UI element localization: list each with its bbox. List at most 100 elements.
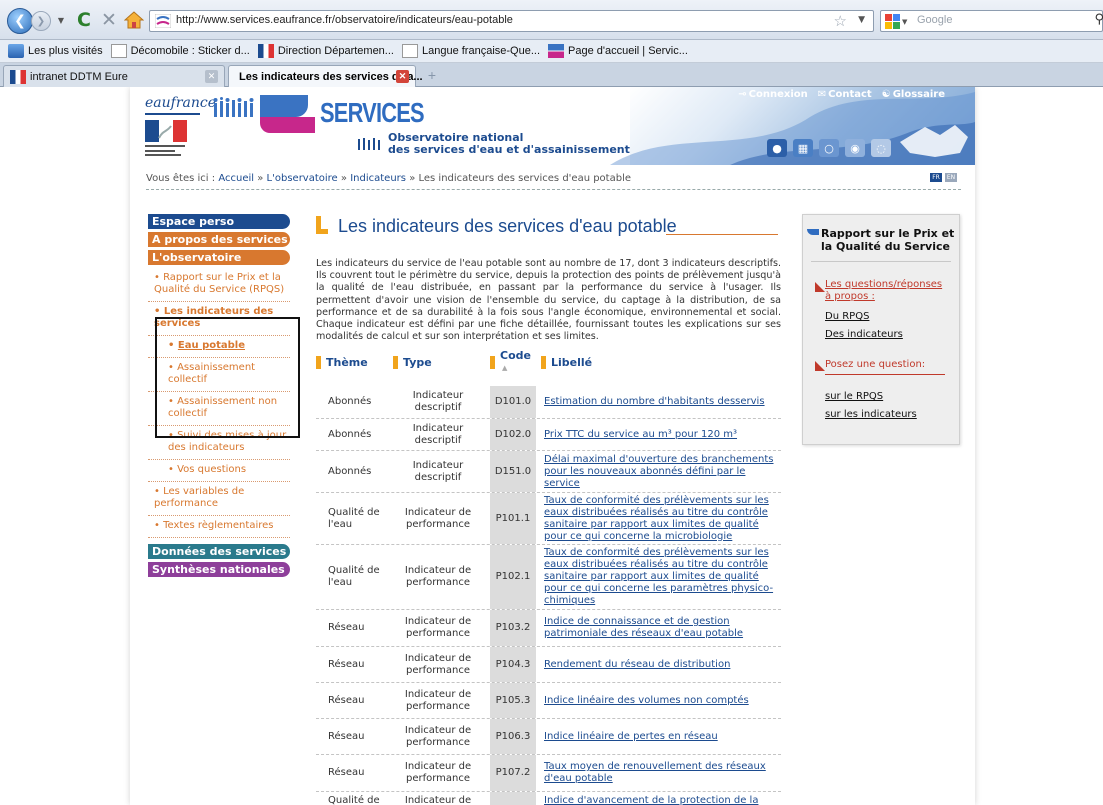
blue-page-icon [8, 44, 24, 58]
nav-observatoire[interactable]: L'observatoire [148, 250, 290, 265]
history-dropdown[interactable]: ▼ [56, 12, 66, 28]
pictogram-3-icon: ○ [819, 139, 839, 157]
tab-intranet[interactable]: intranet DDTM Eure ✕ [3, 65, 225, 87]
navigation-toolbar: ❮ ❯ ▼ C ✕ http://www.services.eaufrance.… [0, 0, 1103, 40]
cell-libelle-link[interactable]: Indice linéaire des volumes non comptés [544, 683, 777, 718]
cell-libelle-link[interactable]: Indice linéaire de pertes en réseau [544, 719, 777, 754]
marianne-flag-icon [10, 69, 26, 84]
nav-apropos[interactable]: A propos des services [148, 232, 290, 247]
column-header-type[interactable]: Type [393, 354, 483, 382]
search-input[interactable]: Google [917, 14, 952, 26]
faq-rpqs-link[interactable]: Du RPQS [825, 311, 869, 322]
cell-theme: Abonnés [328, 428, 372, 440]
chevron-down-icon: ▼ [902, 17, 908, 26]
breadcrumb-indicateurs[interactable]: Indicateurs [350, 173, 406, 184]
search-engine-selector[interactable]: ▼ [885, 14, 911, 29]
cell-libelle-link[interactable]: Indice d'avancement de la protection de … [544, 792, 777, 805]
ask-rpqs-link[interactable]: sur le RPQS [825, 391, 883, 402]
page-viewport: eaufrance SERVICES Observatoire national… [0, 87, 1103, 805]
reload-button[interactable]: C [73, 9, 95, 31]
sort-ascending-icon[interactable]: ▲ [502, 364, 507, 372]
cell-libelle-link[interactable]: Prix TTC du service au m³ pour 120 m³ [544, 419, 777, 450]
cell-libelle-link[interactable]: Indice de connaissance et de gestion pat… [544, 610, 777, 646]
glossaire-link[interactable]: ☯ Glossaire [882, 89, 945, 100]
url-text[interactable]: http://www.services.eaufrance.fr/observa… [176, 14, 513, 26]
bookmark-decomobile[interactable]: Décomobile : Sticker d... [110, 44, 250, 58]
close-icon: ✕ [101, 9, 117, 31]
search-icon[interactable]: ⚲ [1094, 12, 1103, 27]
pictogram-5-icon: ◌ [871, 139, 891, 157]
nav-questions[interactable]: • Vos questions [148, 460, 290, 482]
header-top-links: ⊸ Connexion ✉ Contact ☯ Glossaire [738, 89, 945, 100]
tab-indicateurs[interactable]: Les indicateurs des services d'ea... ✕ [228, 65, 423, 87]
questions-marker-icon [815, 282, 825, 292]
eaufrance-favicon-icon [155, 14, 171, 28]
connexion-link[interactable]: ⊸ Connexion [738, 89, 808, 100]
lang-fr-button[interactable]: FR [930, 173, 942, 182]
column-header-libelle[interactable]: Libellé [541, 354, 781, 382]
breadcrumb-accueil[interactable]: Accueil [218, 173, 254, 184]
cell-theme: Abonnés [328, 465, 372, 477]
bookmark-direction-departementale[interactable]: Direction Départemen... [257, 44, 394, 58]
search-bar[interactable]: ▼ Google ⚲ [880, 10, 1103, 32]
cell-type: Indicateur de performance [404, 724, 472, 748]
bookmark-star-icon[interactable]: ☆ [834, 12, 847, 30]
home-button[interactable] [123, 9, 145, 31]
table-row: Réseau Indicateur de performance P105.3 … [316, 683, 781, 719]
title-marker-icon [316, 216, 328, 234]
arrow-right-icon: ❯ [36, 15, 46, 27]
header-marker-icon [316, 356, 321, 369]
table-row: Réseau Indicateur de performance P104.3 … [316, 647, 781, 683]
pictogram-1-icon: ● [767, 139, 787, 157]
faq-indicateurs-link[interactable]: Des indicateurs [825, 329, 903, 340]
page-icon [401, 44, 418, 58]
reload-icon: C [77, 9, 91, 31]
nav-donnees[interactable]: Données des services [148, 544, 290, 559]
bookmark-page-accueil[interactable]: Page d'accueil | Servic... [548, 44, 688, 58]
nav-textes[interactable]: • Textes règlementaires [148, 516, 290, 538]
nav-syntheses[interactable]: Synthèses nationales [148, 562, 290, 577]
close-tab-icon[interactable]: ✕ [396, 70, 409, 83]
nav-espace-perso[interactable]: Espace perso [148, 214, 290, 229]
posez-underline [825, 374, 945, 375]
table-row: Abonnés Indicateur descriptif D151.0 Dél… [316, 451, 781, 493]
column-header-code[interactable]: Code ▲ [490, 349, 536, 382]
nav-variables[interactable]: • Les variables de performance [148, 482, 290, 516]
back-button[interactable]: ❮ [7, 8, 33, 34]
posez-question-link[interactable]: Posez une question: [825, 359, 925, 371]
cell-type: Indicateur de performance [404, 761, 472, 784]
page-icon [110, 44, 127, 58]
contact-link[interactable]: ✉ Contact [818, 89, 872, 100]
forward-button[interactable]: ❯ [31, 11, 51, 31]
new-tab-button[interactable]: + [423, 67, 441, 85]
questions-reponses-link[interactable]: Les questions/réponses à propos : [825, 279, 950, 303]
nav-rpqs[interactable]: • Rapport sur le Prix et la Qualité du S… [148, 268, 290, 302]
cell-libelle-link[interactable]: Rendement du réseau de distribution [544, 647, 777, 682]
cell-type: Indicateur de performance [404, 616, 472, 639]
logo-underline [145, 113, 200, 115]
cell-theme: Abonnés [328, 396, 372, 407]
close-tab-icon[interactable]: ✕ [205, 70, 218, 83]
eaufrance-logo[interactable]: eaufrance [145, 95, 216, 111]
stop-button[interactable]: ✕ [98, 9, 120, 31]
bookmark-langue-francaise[interactable]: Langue française-Que... [401, 44, 540, 58]
cell-code: D151.0 [490, 451, 536, 492]
cell-libelle-link[interactable]: Taux de conformité des prélèvements sur … [544, 545, 777, 609]
ask-indicateurs-link[interactable]: sur les indicateurs [825, 409, 917, 420]
cell-libelle-link[interactable]: Estimation du nombre d'habitants desserv… [544, 386, 777, 418]
cell-type: Indicateur descriptif [412, 390, 464, 413]
cell-libelle-link[interactable]: Taux moyen de renouvellement des réseaux… [544, 755, 777, 791]
cell-libelle-link[interactable]: Délai maximal d'ouverture des branchemen… [544, 451, 777, 492]
lang-en-button[interactable]: EN [945, 173, 957, 182]
bookmark-most-visited[interactable]: Les plus visités [8, 44, 103, 58]
breadcrumb-observatoire[interactable]: L'observatoire [267, 173, 338, 184]
cell-theme: Réseau [328, 767, 365, 778]
url-dropdown-icon[interactable]: ▼ [858, 15, 865, 25]
column-header-theme[interactable]: Thème [316, 354, 390, 382]
address-bar[interactable]: http://www.services.eaufrance.fr/observa… [149, 10, 874, 32]
cell-theme: Réseau [328, 730, 365, 742]
marianne-logo-icon [145, 120, 187, 156]
cell-theme: Réseau [328, 694, 365, 706]
cell-libelle-link[interactable]: Taux de conformité des prélèvements sur … [544, 493, 777, 544]
marianne-flag-icon [257, 44, 274, 58]
